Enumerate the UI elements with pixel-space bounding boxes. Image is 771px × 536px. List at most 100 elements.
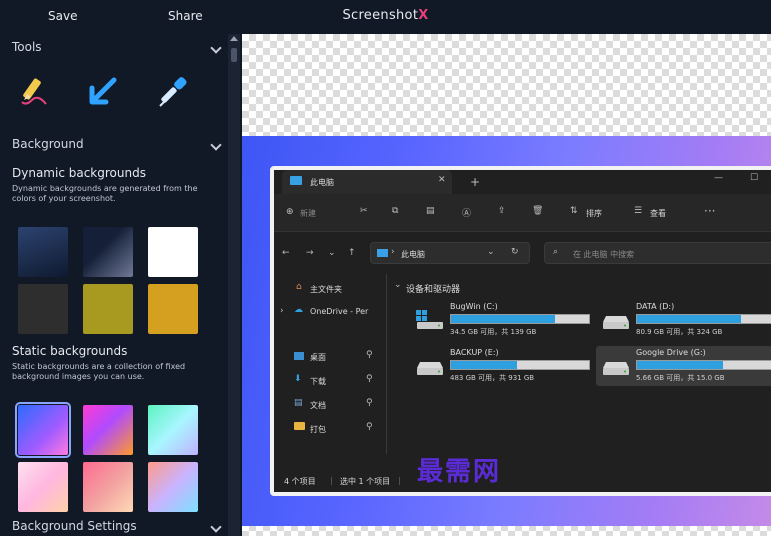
back-icon[interactable]: ← [282,248,290,258]
drive-usage-bar [450,360,590,370]
more-icon[interactable]: ··· [704,204,715,218]
background-chevron-icon[interactable] [210,139,222,151]
expand-icon[interactable]: › [280,306,284,316]
address-text: 此电脑 [401,250,425,259]
drive-info: 5.66 GB 可用，共 15.0 GB [636,374,725,382]
pencil-tool-icon[interactable] [16,74,52,110]
app-title-text: Screenshot [342,8,419,23]
nav-item-documents[interactable]: 文档 [310,400,326,411]
drive-item[interactable]: DATA (D:) 80.9 GB 可用，共 324 GB [596,300,771,340]
static-swatch-5[interactable] [83,462,133,512]
search-box[interactable]: ⌕ 在 此电脑 中搜索 [544,242,771,264]
search-icon: ⌕ [553,247,559,257]
drive-name: Google Drive (G:) [636,348,706,357]
status-selected: 选中 1 个项目 [340,477,391,486]
rename-icon[interactable]: Ⓐ [462,206,471,219]
nav-item-pack[interactable]: 打包 [310,424,326,435]
pin-icon[interactable]: ⚲ [366,398,373,408]
drive-usage-fill [451,315,555,323]
pin-icon[interactable]: ⚲ [366,422,373,432]
dynamic-swatch-1[interactable] [18,227,68,277]
dynamic-swatch-5[interactable] [83,284,133,334]
drive-item[interactable]: Google Drive (G:) 5.66 GB 可用，共 15.0 GB [596,346,771,386]
section-chevron-icon[interactable]: ⌄ [394,280,402,290]
drive-usage-bar [636,314,771,324]
address-bar[interactable]: › 此电脑 ⌄ ↻ [370,242,530,264]
download-icon: ⬇ [294,374,302,384]
pin-icon[interactable]: ⚲ [366,374,373,384]
delete-icon[interactable]: 🗑 [532,206,543,216]
pin-icon[interactable]: ⚲ [366,350,373,360]
static-swatch-4[interactable] [18,462,68,512]
recent-chevron-icon[interactable]: ⌄ [328,248,336,258]
view-button[interactable]: 查看 [650,208,666,219]
dynamic-backgrounds-desc: Dynamic backgrounds are generated from t… [12,184,198,203]
drive-name: DATA (D:) [636,302,675,311]
nav-item-desktop[interactable]: 桌面 [310,352,326,363]
home-icon: ⌂ [296,282,302,292]
status-bar: 4 个项目 | 选中 1 个项目 | [274,470,771,492]
scroll-thumb[interactable] [231,48,237,62]
sort-button[interactable]: 排序 [586,208,602,219]
status-items: 4 个项目 [284,477,316,486]
drive-usage-fill [637,361,723,369]
drive-item[interactable]: BugWin (C:) 34.5 GB 可用，共 139 GB [410,300,596,340]
static-backgrounds-title: Static backgrounds [12,344,128,358]
up-icon[interactable]: ↑ [348,248,356,258]
desktop-icon [294,352,304,360]
nav-item-onedrive[interactable]: OneDrive - Per [310,307,368,316]
drive-usage-fill [451,361,518,369]
new-button[interactable]: 新建 [300,208,316,219]
address-separator-icon: › [391,247,395,257]
address-dropdown-icon[interactable]: ⌄ [487,247,495,257]
static-backgrounds-desc: Static backgrounds are a collection of f… [12,362,186,381]
dynamic-swatch-6[interactable] [148,284,198,334]
drive-name: BACKUP (E:) [450,348,499,357]
refresh-icon[interactable]: ↻ [511,247,519,257]
explorer-tab[interactable]: 此电脑 ✕ [282,170,452,194]
dynamic-swatch-3[interactable] [148,227,198,277]
drive-info: 483 GB 可用，共 931 GB [450,374,535,382]
app-title-accent: X [418,8,429,23]
drive-icon [603,316,629,329]
static-swatch-2[interactable] [83,405,133,455]
share-icon[interactable]: ⇪ [498,206,506,216]
background-settings-chevron-icon[interactable] [210,521,222,533]
forward-icon[interactable]: → [306,248,314,258]
drive-info: 80.9 GB 可用，共 324 GB [636,328,723,336]
address-computer-icon [377,249,388,257]
static-swatch-6[interactable] [148,462,198,512]
pipette-tool-icon[interactable] [156,74,192,110]
maximize-icon[interactable]: ☐ [750,173,758,183]
minimize-icon[interactable]: — [714,173,723,183]
new-tab-icon[interactable]: + [470,175,480,189]
pane-divider[interactable] [386,274,387,454]
nav-item-downloads[interactable]: 下载 [310,376,326,387]
sort-icon[interactable]: ⇅ [570,206,578,216]
background-settings-title: Background Settings [12,519,137,533]
nav-item-home[interactable]: 主文件夹 [310,284,342,295]
panel-scrollbar[interactable] [228,34,240,536]
view-icon[interactable]: ☰ [634,206,642,216]
scroll-up-icon[interactable] [230,36,238,41]
arrow-tool-icon[interactable] [84,74,120,110]
navigation-pane: ⌂ 主文件夹 › ☁ OneDrive - Per 桌面 ⚲ ⬇ 下载 ⚲ ▤ … [274,274,382,458]
cut-icon[interactable]: ✂ [360,206,368,216]
copy-icon[interactable]: ⧉ [392,206,398,216]
tools-chevron-icon[interactable] [210,42,222,54]
close-tab-icon[interactable]: ✕ [438,175,446,185]
drive-icon [416,310,443,329]
static-swatch-1[interactable] [15,402,71,458]
status-divider: | [330,476,333,485]
cloud-icon: ☁ [294,305,303,315]
dynamic-swatch-2[interactable] [83,227,133,277]
drive-item[interactable]: BACKUP (E:) 483 GB 可用，共 931 GB [410,346,596,386]
background-section-title: Background [12,137,84,151]
new-icon[interactable]: ⊕ [286,207,294,217]
dynamic-swatch-4[interactable] [18,284,68,334]
status-divider: | [398,476,401,485]
static-swatch-3[interactable] [148,405,198,455]
computer-icon [290,176,302,185]
drive-usage-bar [450,314,590,324]
paste-icon[interactable]: ▤ [426,206,435,216]
